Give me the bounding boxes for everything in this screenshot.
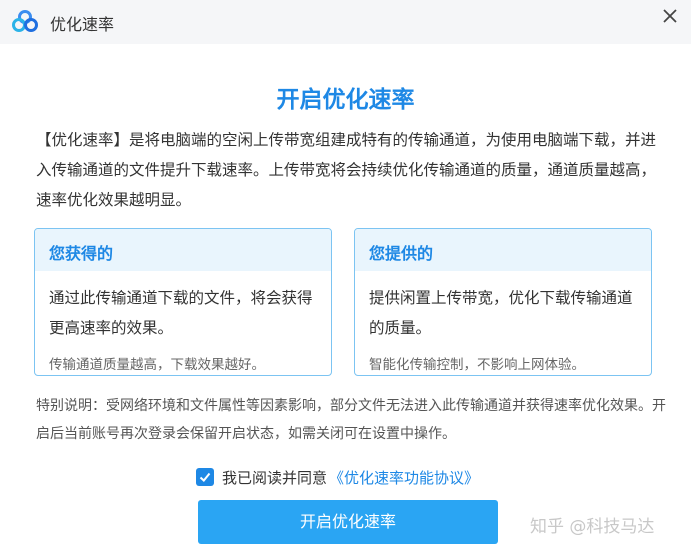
enable-optimization-button[interactable]: 开启优化速率 <box>198 500 498 544</box>
cloud-logo-icon <box>12 10 38 32</box>
benefit-card-provide: 您提供的 提供闲置上传带宽，优化下载传输通道的质量。 智能化传输控制，不影响上网… <box>354 228 652 376</box>
agreement-text: 我已阅读并同意 <box>222 468 328 487</box>
card-header: 您获得的 <box>35 229 331 271</box>
close-icon[interactable] <box>656 2 684 30</box>
watermark: 知乎 @科技马达 <box>530 517 655 537</box>
special-note: 特别说明：受网络环境和文件属性等因素影响，部分文件无法进入此传输通道并获得速率优… <box>36 398 666 442</box>
card-title: 您获得的 <box>49 244 114 263</box>
card-title: 您提供的 <box>369 244 434 263</box>
card-header: 您提供的 <box>355 229 651 271</box>
benefit-card-gain: 您获得的 通过此传输通道下载的文件，将会获得更高速率的效果。 传输通道质量越高，… <box>34 228 332 376</box>
feature-description: 【优化速率】是将电脑端的空闲上传带宽组建成特有的传输通道，为使用电脑端下载，并进… <box>36 131 657 209</box>
agreement-row: 我已阅读并同意 《优化速率功能协议》 <box>196 466 479 488</box>
title-bar: 优化速率 <box>0 0 691 44</box>
card-body: 提供闲置上传带宽，优化下载传输通道的质量。 <box>369 289 633 337</box>
agreement-link[interactable]: 《优化速率功能协议》 <box>329 467 479 488</box>
card-note: 传输通道质量越高，下载效果越好。 <box>49 357 265 373</box>
card-body: 通过此传输通道下载的文件，将会获得更高速率的效果。 <box>49 289 313 337</box>
check-icon <box>199 472 211 482</box>
card-note: 智能化传输控制，不影响上网体验。 <box>369 357 585 373</box>
page-title: 开启优化速率 <box>276 87 415 113</box>
window-title: 优化速率 <box>50 15 115 34</box>
agree-checkbox[interactable] <box>196 468 214 486</box>
